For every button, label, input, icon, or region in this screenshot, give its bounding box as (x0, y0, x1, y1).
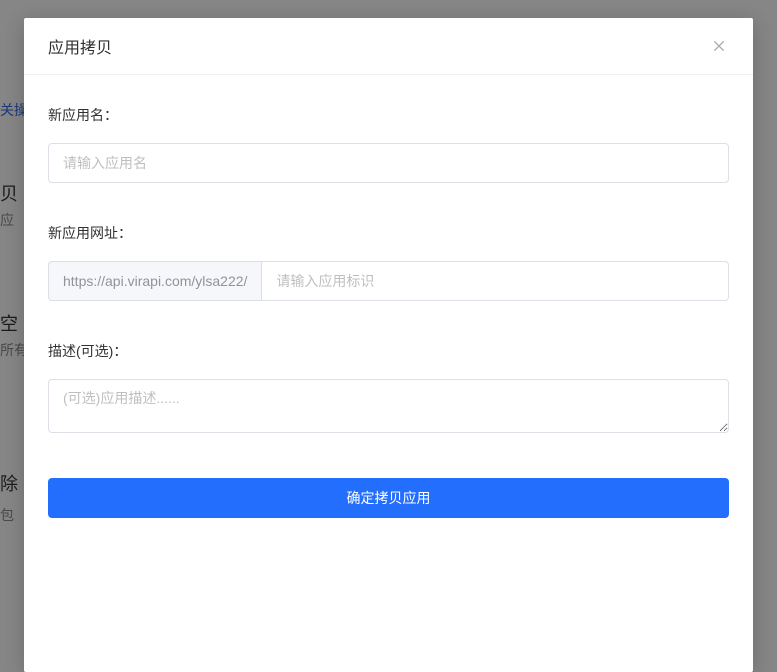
description-label: 描述(可选)： (48, 341, 729, 361)
copy-app-modal: 应用拷贝 新应用名： 新应用网址： https://api.virapi.com… (24, 18, 753, 672)
submit-button[interactable]: 确定拷贝应用 (48, 478, 729, 518)
form-group-description: 描述(可选)： (48, 341, 729, 438)
modal-title: 应用拷贝 (48, 34, 112, 58)
form-group-url: 新应用网址： https://api.virapi.com/ylsa222/ (48, 223, 729, 301)
url-input[interactable] (261, 261, 729, 301)
url-input-group: https://api.virapi.com/ylsa222/ (48, 261, 729, 301)
close-button[interactable] (709, 36, 729, 56)
modal-header: 应用拷贝 (24, 18, 753, 75)
name-input[interactable] (48, 143, 729, 183)
modal-body: 新应用名： 新应用网址： https://api.virapi.com/ylsa… (24, 75, 753, 672)
form-group-name: 新应用名： (48, 105, 729, 183)
name-label: 新应用名： (48, 105, 729, 125)
description-textarea[interactable] (48, 379, 729, 433)
close-icon (711, 38, 727, 54)
url-label: 新应用网址： (48, 223, 729, 243)
url-prefix: https://api.virapi.com/ylsa222/ (48, 261, 261, 301)
